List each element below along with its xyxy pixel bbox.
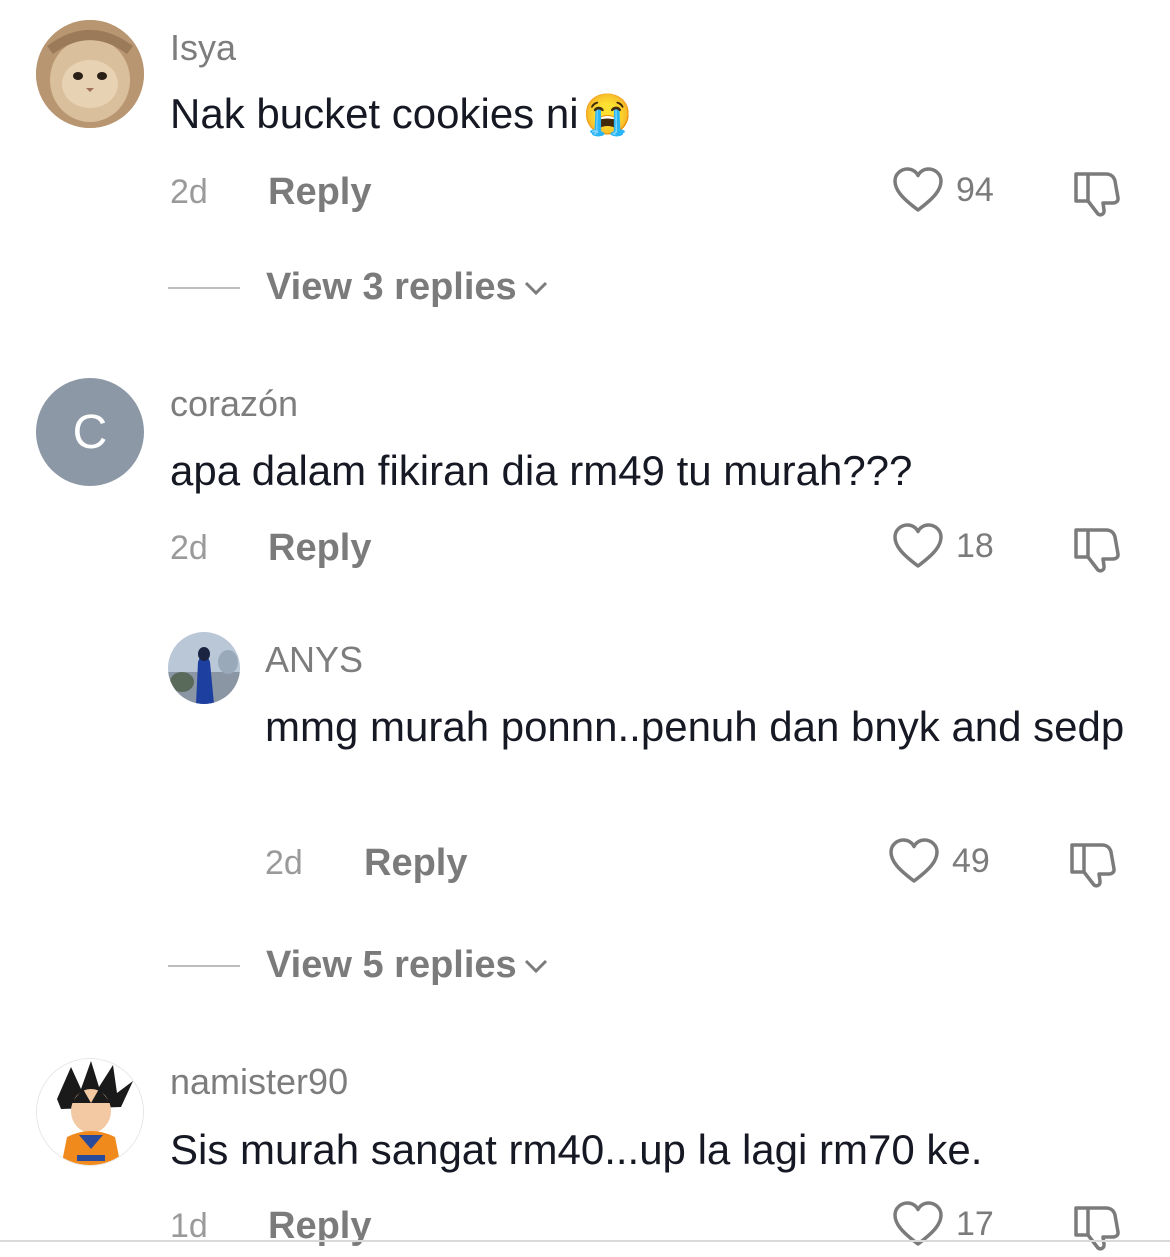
comment-text: Nak bucket cookies ni 😭 bbox=[170, 83, 632, 146]
like-button[interactable]: 18 bbox=[892, 522, 994, 570]
avatar[interactable] bbox=[168, 632, 240, 704]
cat-avatar-image bbox=[36, 20, 144, 128]
divider-line bbox=[168, 286, 240, 289]
crying-emoji-icon: 😭 bbox=[582, 93, 633, 137]
comment-username[interactable]: corazón bbox=[170, 384, 298, 424]
heart-icon bbox=[893, 523, 943, 568]
view-replies-label: View 3 replies bbox=[266, 266, 517, 308]
avatar[interactable] bbox=[36, 1058, 144, 1166]
divider-line bbox=[168, 964, 240, 967]
view-replies-label: View 5 replies bbox=[266, 944, 517, 986]
comment-text: apa dalam fikiran dia rm49 tu murah??? bbox=[170, 447, 913, 494]
dislike-button[interactable] bbox=[1070, 524, 1124, 579]
reply-button[interactable]: Reply bbox=[268, 528, 371, 568]
comment-text: Sis murah sangat rm40...up la lagi rm70 … bbox=[170, 1126, 983, 1173]
view-replies-button[interactable]: View 3 replies bbox=[168, 266, 549, 309]
reply-username[interactable]: ANYS bbox=[265, 640, 363, 680]
comment-text-body: Nak bucket cookies ni bbox=[170, 90, 579, 137]
thumbs-down-icon bbox=[1074, 172, 1120, 217]
chevron-down-icon bbox=[524, 959, 547, 973]
like-count: 17 bbox=[956, 1204, 994, 1243]
avatar-letter: C bbox=[72, 405, 108, 459]
reply-button[interactable]: Reply bbox=[364, 843, 467, 883]
heart-icon bbox=[889, 838, 939, 883]
heart-icon bbox=[893, 167, 943, 212]
thumbs-down-icon bbox=[1074, 528, 1120, 573]
thumbs-down-icon bbox=[1070, 843, 1116, 888]
person-avatar-image bbox=[168, 632, 240, 704]
dislike-button[interactable] bbox=[1070, 1202, 1124, 1257]
dislike-button[interactable] bbox=[1066, 839, 1120, 894]
reply-text: mmg murah ponnn..penuh dan bnyk and sedp bbox=[265, 703, 1125, 750]
dislike-button[interactable] bbox=[1070, 168, 1124, 223]
comment-timestamp: 2d bbox=[170, 173, 208, 211]
comment-username[interactable]: Isya bbox=[170, 28, 236, 68]
like-count: 94 bbox=[956, 170, 994, 209]
comment-timestamp: 2d bbox=[170, 529, 208, 567]
reply-timestamp: 2d bbox=[265, 844, 303, 882]
like-button[interactable]: 94 bbox=[892, 166, 994, 214]
comment-username[interactable]: namister90 bbox=[170, 1062, 348, 1102]
thumbs-down-icon bbox=[1074, 1206, 1120, 1251]
like-button[interactable]: 49 bbox=[888, 837, 990, 885]
chevron-down-icon bbox=[524, 281, 547, 295]
avatar[interactable]: C bbox=[36, 378, 144, 486]
avatar[interactable] bbox=[36, 20, 144, 128]
bottom-divider bbox=[0, 1240, 1170, 1242]
like-count: 49 bbox=[952, 841, 990, 880]
view-replies-button[interactable]: View 5 replies bbox=[168, 944, 549, 987]
like-count: 18 bbox=[956, 526, 994, 565]
anime-avatar-image bbox=[37, 1059, 143, 1165]
reply-button[interactable]: Reply bbox=[268, 172, 371, 212]
